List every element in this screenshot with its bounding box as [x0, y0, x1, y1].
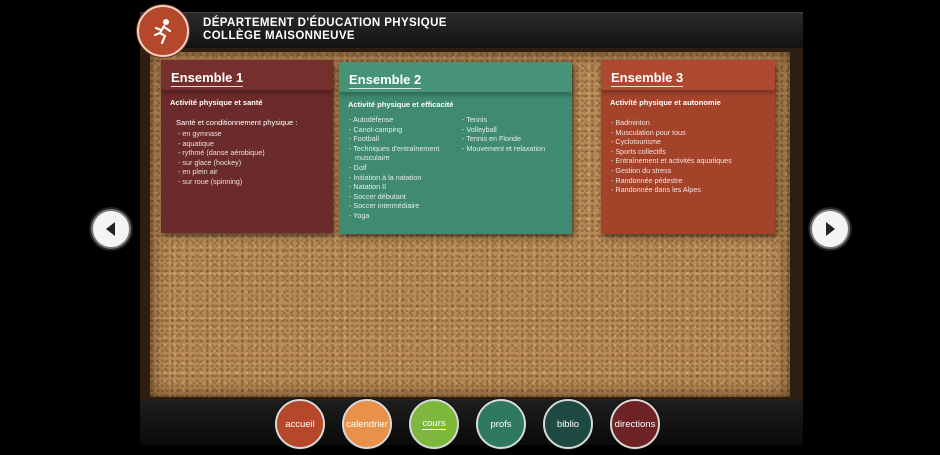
arrow-right-icon: [826, 222, 835, 236]
card-title: Ensemble 2: [349, 72, 422, 89]
list-item: Golf: [349, 163, 461, 173]
list-item: Techniques d'entraînement musculaire: [349, 144, 461, 163]
activity-list-col1: Autodéfense Canot-camping Football Techn…: [349, 115, 461, 221]
footer-bar: [140, 400, 803, 445]
list-item: en plein air: [178, 167, 333, 177]
activity-list-col2: Tennis Volleyball Tennis en Floride Mouv…: [462, 115, 570, 153]
nav-label: calendrier: [346, 418, 388, 430]
list-item: Musculation pour tous: [611, 128, 775, 138]
list-item: Football: [349, 134, 461, 144]
nav-label: profs: [490, 418, 512, 430]
nav-directions[interactable]: directions: [610, 399, 660, 449]
arrow-left-icon: [106, 222, 115, 236]
list-item: Entraînement et activités aquatiques: [611, 156, 775, 166]
list-item: Soccer débutant: [349, 192, 461, 202]
list-item: Soccer intermédiaire: [349, 201, 461, 211]
card-ensemble-3: Ensemble 3 Activité physique et autonomi…: [601, 60, 775, 234]
nav-calendrier[interactable]: calendrier: [342, 399, 392, 449]
list-item: Randonnée pédestre: [611, 176, 775, 186]
next-button[interactable]: [810, 209, 850, 249]
list-item: en gymnase: [178, 129, 333, 139]
runner-icon: [153, 19, 172, 45]
nav-label: cours: [422, 418, 446, 430]
card-header: Ensemble 1: [161, 60, 333, 90]
list-item: Canot-camping: [349, 125, 461, 135]
list-item: Mouvement et relaxation: [462, 144, 570, 154]
list-item: Yoga: [349, 211, 461, 221]
card-title: Ensemble 1: [171, 70, 244, 87]
card-subtitle: Activité physique et santé: [170, 98, 263, 107]
prev-button[interactable]: [91, 209, 131, 249]
nav-profs[interactable]: profs: [476, 399, 526, 449]
list-item: Tennis: [462, 115, 570, 125]
college-name: COLLÈGE MAISONNEUVE: [203, 30, 356, 42]
card-ensemble-2: Ensemble 2 Activité physique et efficaci…: [339, 62, 572, 234]
card-header: Ensemble 3: [601, 60, 775, 90]
list-item: Cyclotourisme: [611, 137, 775, 147]
list-item: rythmé (danse aérobique): [178, 148, 333, 158]
list-item: Tennis en Floride: [462, 134, 570, 144]
group-label: Santé et conditionnement physique :: [176, 118, 298, 127]
nav-accueil[interactable]: accueil: [275, 399, 325, 449]
activity-list: en gymnase aquatique rythmé (danse aérob…: [178, 129, 333, 187]
list-item: sur roue (spinning): [178, 177, 333, 187]
activity-list: Badminton Musculation pour tous Cyclotou…: [611, 118, 775, 195]
list-item: aquatique: [178, 139, 333, 149]
list-item: sur glace (hockey): [178, 158, 333, 168]
card-subtitle: Activité physique et efficacité: [348, 100, 454, 109]
list-item: Gestion du stress: [611, 166, 775, 176]
department-name: DÉPARTEMENT D'ÉDUCATION PHYSIQUE: [203, 17, 447, 29]
list-item: Badminton: [611, 118, 775, 128]
list-item: Initiation à la natation: [349, 173, 461, 183]
nav-label: accueil: [285, 418, 315, 430]
card-header: Ensemble 2: [339, 62, 572, 92]
list-item: Natation II: [349, 182, 461, 192]
card-ensemble-1: Ensemble 1 Activité physique et santé Sa…: [161, 60, 333, 233]
nav-label: directions: [614, 418, 656, 430]
nav-label: biblio: [556, 418, 580, 430]
page-title: DÉPARTEMENT D'ÉDUCATION PHYSIQUE COLLÈGE…: [203, 17, 447, 43]
list-item: Autodéfense: [349, 115, 461, 125]
card-title: Ensemble 3: [611, 70, 684, 87]
card-subtitle: Activité physique et autonomie: [610, 98, 721, 107]
logo[interactable]: [137, 5, 189, 57]
list-item: Sports collectifs: [611, 147, 775, 157]
nav-biblio[interactable]: biblio: [543, 399, 593, 449]
nav-cours[interactable]: cours: [409, 399, 459, 449]
list-item: Randonnée dans les Alpes: [611, 185, 775, 195]
list-item: Volleyball: [462, 125, 570, 135]
